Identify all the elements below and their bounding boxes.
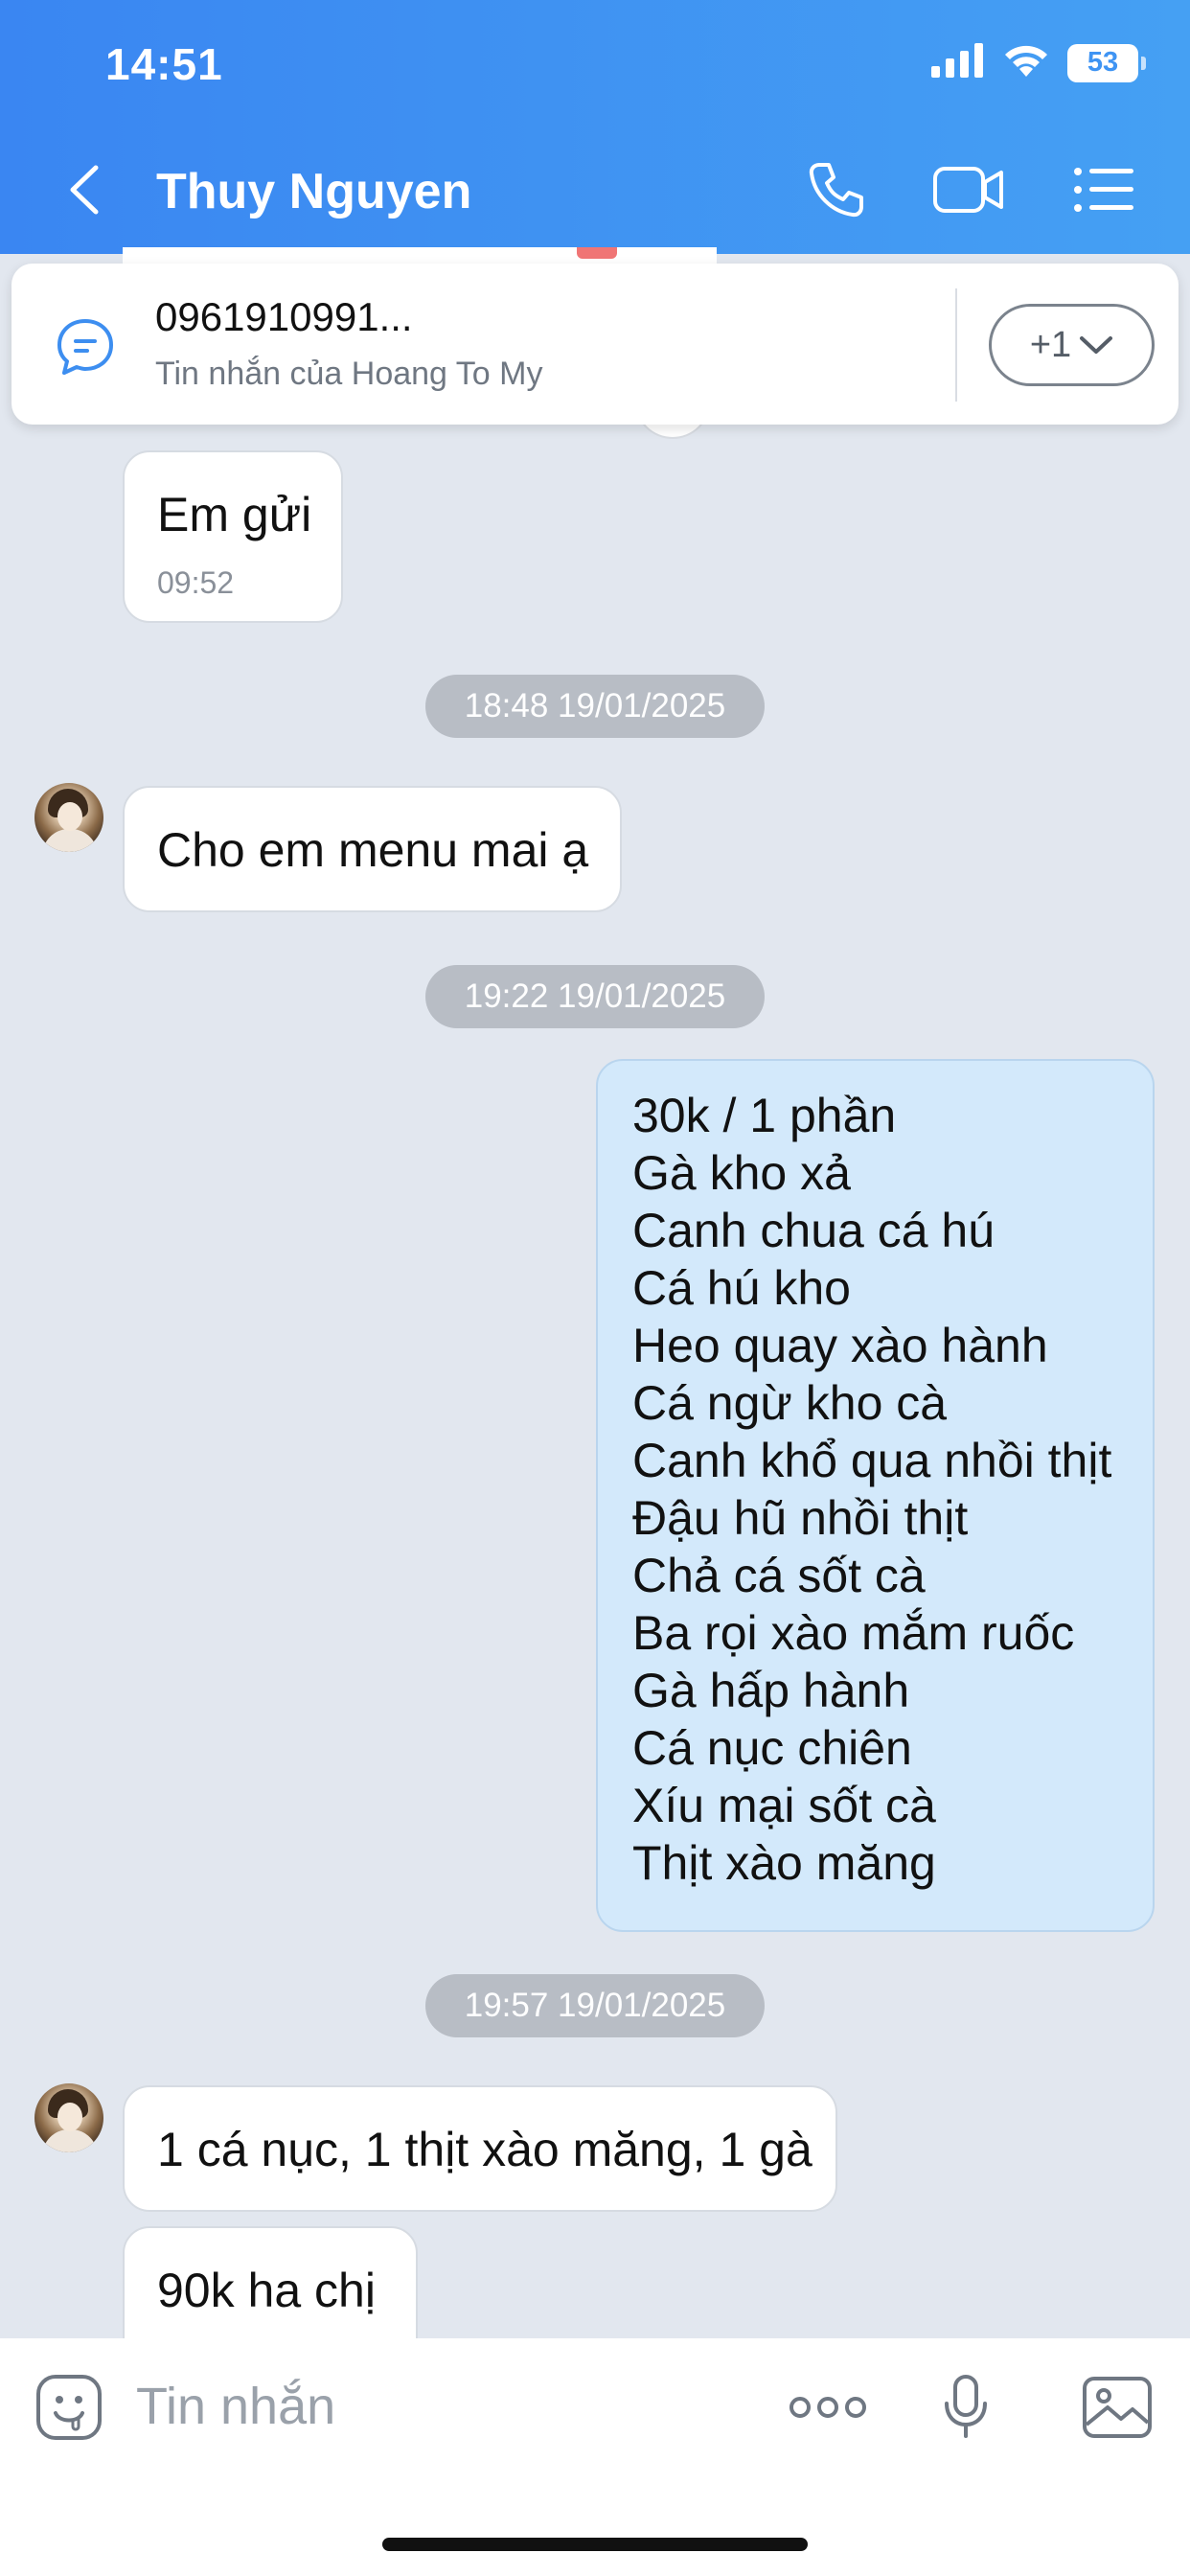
timestamp-pill: 19:22 19/01/2025: [425, 965, 765, 1028]
timestamp-pill: 19:57 19/01/2025: [425, 1974, 765, 2037]
call-button[interactable]: [798, 156, 875, 223]
pinned-title: 0961910991...: [155, 294, 413, 339]
menu-line: 30k / 1 phần: [632, 1089, 897, 1142]
menu-line: Xíu mại sốt cà: [632, 1779, 936, 1832]
home-indicator[interactable]: [382, 2538, 808, 2551]
status-icons: 53: [931, 42, 1146, 83]
menu-line: Ba rọi xào mắm ruốc: [632, 1606, 1075, 1660]
message-text: Em gửi: [157, 488, 312, 541]
pinned-message-banner[interactable]: 0961910991... Tin nhắn của Hoang To My +…: [11, 264, 1179, 425]
image-icon: [1083, 2377, 1152, 2438]
video-call-icon: [933, 167, 1003, 213]
pinned-more-button[interactable]: +1: [989, 304, 1155, 386]
pinned-more-label: +1: [1029, 324, 1072, 365]
sticker-icon: [36, 2375, 102, 2440]
menu-line: Cá hú kho: [632, 1261, 851, 1315]
message-bubble-icon: [57, 319, 113, 375]
divider: [955, 288, 957, 402]
pinned-subtitle: Tin nhắn của Hoang To My: [155, 356, 543, 392]
status-time: 14:51: [105, 39, 223, 89]
sticker-button[interactable]: [31, 2369, 107, 2446]
battery-icon: 53: [1067, 43, 1146, 82]
microphone-icon: [945, 2375, 987, 2438]
message-text: Cho em menu mai ạ: [157, 823, 589, 877]
menu-line: Cá ngừ kho cà: [632, 1376, 948, 1430]
menu-line: Gà hấp hành: [632, 1664, 910, 1717]
back-chevron-icon: [70, 165, 99, 215]
signal-icon: [931, 43, 985, 82]
phone-icon: [809, 163, 863, 218]
message-bubble-sent[interactable]: 30k / 1 phần Gà kho xả Canh chua cá hú Cá h…: [596, 1059, 1155, 1932]
message-text: 90k ha chị: [157, 2264, 376, 2317]
menu-line: Đậu hũ nhồi thịt: [632, 1491, 969, 1545]
timestamp-pill: 18:48 19/01/2025: [425, 675, 765, 738]
chat-options-button[interactable]: [1065, 156, 1142, 223]
image-picker-button[interactable]: [1079, 2369, 1156, 2446]
message-text: 1 cá nục, 1 thịt xào măng, 1 gà: [157, 2123, 812, 2176]
video-call-button[interactable]: [930, 156, 1007, 223]
menu-line: Gà kho xả: [632, 1146, 851, 1200]
message-input[interactable]: Tin nhắn: [136, 2377, 335, 2436]
avatar[interactable]: [34, 2083, 103, 2152]
back-button[interactable]: [59, 161, 107, 218]
message-bubble-received[interactable]: 1 cá nục, 1 thịt xào măng, 1 gà: [123, 2085, 837, 2212]
menu-line: Cá nục chiên: [632, 1721, 912, 1775]
message-bubble-received[interactable]: Em gửi 09:52: [123, 450, 343, 623]
menu-line: Thịt xào măng: [632, 1836, 936, 1890]
menu-line: Chả cá sốt cà: [632, 1549, 926, 1602]
chat-header: 14:51 53 Thuy Nguyen: [0, 0, 1190, 254]
list-menu-icon: [1074, 168, 1133, 212]
more-options-button[interactable]: [787, 2369, 869, 2446]
battery-level: 53: [1067, 43, 1138, 82]
message-bubble-received[interactable]: Cho em menu mai ạ: [123, 786, 622, 912]
avatar[interactable]: [34, 783, 103, 852]
menu-line: Canh chua cá hú: [632, 1204, 995, 1257]
menu-line: Canh khổ qua nhồi thịt: [632, 1434, 1112, 1487]
more-options-icon: [790, 2397, 866, 2418]
pinned-badge-edge: [577, 247, 617, 259]
chevron-down-icon: [1080, 336, 1113, 354]
wifi-icon: [1002, 42, 1050, 83]
contact-name[interactable]: Thuy Nguyen: [156, 163, 471, 220]
menu-line: Heo quay xào hành: [632, 1319, 1048, 1372]
message-time: 09:52: [157, 565, 235, 600]
voice-record-button[interactable]: [927, 2369, 1004, 2446]
